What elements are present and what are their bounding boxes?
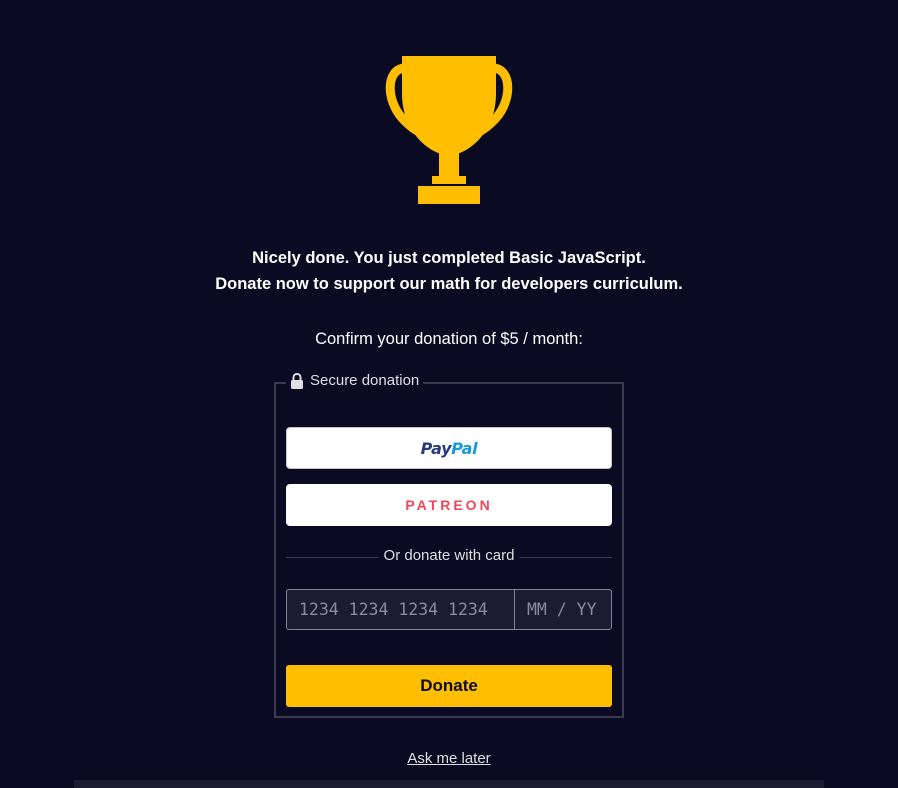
secure-donation-box: Secure donation PayPal PATREON Or donate…: [274, 372, 624, 718]
patreon-button[interactable]: PATREON: [286, 484, 612, 526]
card-number-input[interactable]: [287, 590, 515, 629]
card-expiry-input[interactable]: [515, 590, 611, 629]
lock-icon: [291, 372, 303, 389]
patreon-logo: PATREON: [405, 497, 493, 513]
donation-appeal: Donate now to support our math for devel…: [215, 275, 683, 293]
paypal-logo: PayPal: [420, 438, 478, 458]
trophy-icon: [385, 56, 513, 204]
ask-me-later-link[interactable]: Ask me later: [407, 750, 490, 767]
bottom-panel-edge: [74, 780, 824, 788]
secure-donation-label: Secure donation: [310, 372, 420, 389]
divider-text: Or donate with card: [378, 547, 520, 564]
paypal-button[interactable]: PayPal: [286, 427, 612, 469]
card-input-group: [286, 589, 612, 630]
donation-confirm-text: Confirm your donation of $5 / month:: [315, 330, 583, 348]
completion-headline: Nicely done. You just completed Basic Ja…: [252, 249, 646, 267]
donate-button[interactable]: Donate: [286, 665, 612, 707]
ask-later-container: Ask me later: [0, 750, 898, 767]
secure-donation-legend: Secure donation: [286, 372, 424, 389]
card-divider: Or donate with card: [286, 547, 612, 567]
